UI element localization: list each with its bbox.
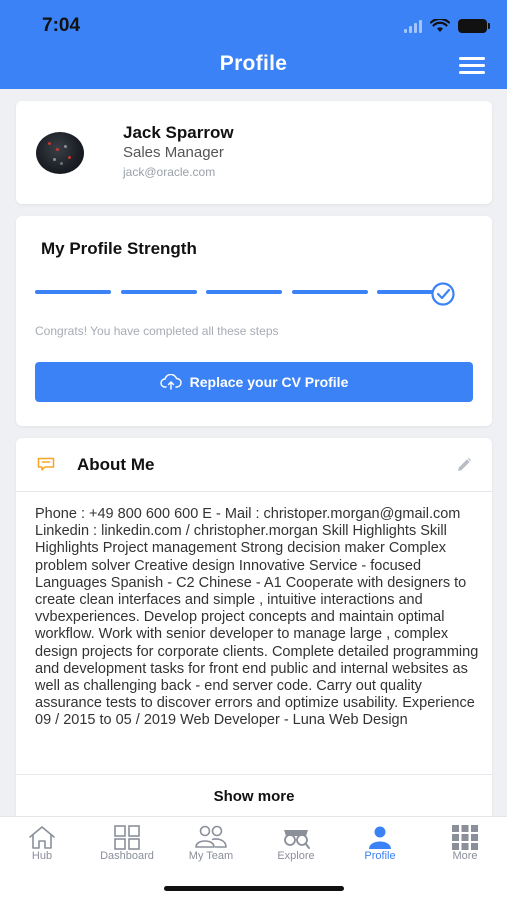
about-me-card: About Me Phone : +49 800 600 600 E - Mai… [16,438,492,828]
tab-label: Explore [277,850,315,862]
signal-icon [404,19,422,33]
about-title: About Me [77,455,155,474]
progress-step [377,290,433,294]
progress-step [35,290,111,294]
explore-binoculars-icon [284,830,310,849]
app-header: 7:04 Profile [0,0,507,89]
tab-explore[interactable]: Explore [254,817,338,879]
about-header: About Me [16,438,492,492]
wifi-icon [430,19,450,32]
tab-hub[interactable]: Hub [0,817,84,879]
tab-label: Profile [364,850,396,862]
tab-my-team[interactable]: My Team [169,817,253,879]
tab-label: My Team [188,850,234,862]
dashboard-grid-icon [114,825,140,850]
cloud-upload-icon [159,374,182,390]
speech-bubble-icon [37,457,55,471]
progress-step [292,290,368,294]
more-grid-icon [452,825,478,850]
page-title: Profile [219,52,288,75]
pencil-icon[interactable] [456,457,472,473]
replace-cv-label: Replace your CV Profile [189,374,349,390]
user-email: jack@oracle.com [123,165,216,179]
team-icon [195,825,227,848]
replace-cv-button[interactable]: Replace your CV Profile [35,362,473,402]
profile-strength-card: My Profile Strength Congrats! You have c… [16,216,492,426]
text-fade [16,756,492,774]
show-more-button[interactable]: Show more [16,774,492,816]
progress-step [206,290,282,294]
status-time: 7:04 [42,15,81,36]
progress-step [121,290,197,294]
strength-progress [35,282,467,306]
avatar [36,132,84,174]
strength-title: My Profile Strength [41,239,197,258]
user-card[interactable]: Jack Sparrow Sales Manager jack@oracle.c… [16,101,492,204]
profile-icon [369,826,391,849]
home-icon [29,826,55,849]
tab-more[interactable]: More [423,817,507,879]
tab-label: Hub [31,850,53,862]
check-circle-icon [431,282,455,306]
user-role: Sales Manager [123,144,224,161]
strength-message: Congrats! You have completed all these s… [35,324,279,338]
tab-label: More [452,850,478,862]
hamburger-menu-icon[interactable] [459,57,485,75]
home-indicator [164,886,344,891]
about-text: Phone : +49 800 600 600 E - Mail : chris… [35,506,479,729]
tab-profile[interactable]: Profile [338,817,422,879]
battery-icon [458,19,490,33]
status-icons [404,15,490,37]
tab-label: Dashboard [100,850,154,862]
tab-dashboard[interactable]: Dashboard [85,817,169,879]
user-name: Jack Sparrow [123,123,234,142]
